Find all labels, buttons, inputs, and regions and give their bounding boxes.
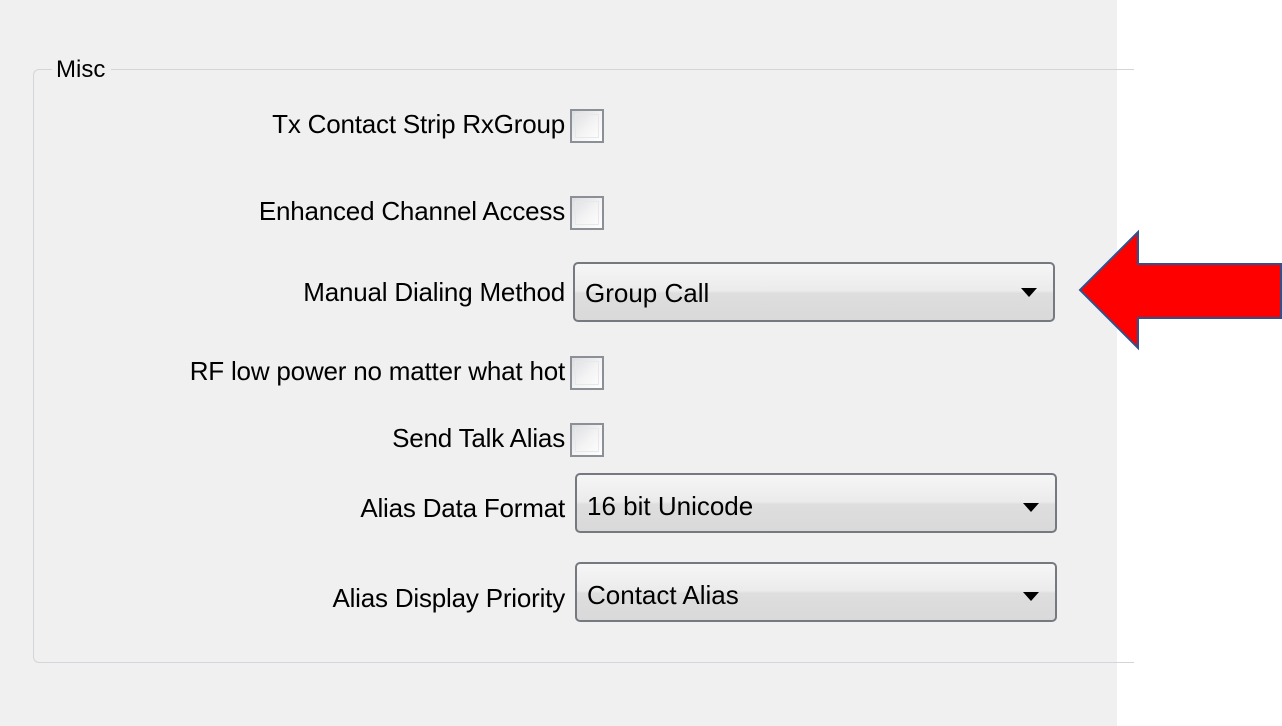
alias-data-format-value: 16 bit Unicode [587,491,754,521]
manual-dialing-method-value: Group Call [585,278,710,308]
manual-dialing-method-label: Manual Dialing Method [303,277,565,307]
send-talk-alias-checkbox[interactable] [570,423,604,457]
alias-display-priority-value: Contact Alias [587,580,739,610]
groupbox-title: Misc [52,56,112,84]
enhanced-channel-access-checkbox[interactable] [570,196,604,230]
left-arrow-icon [1078,229,1282,351]
send-talk-alias-label: Send Talk Alias [392,423,565,453]
alias-display-priority-select[interactable]: Contact Alias [575,562,1057,622]
rf-low-power-label: RF low power no matter what hot [189,356,565,386]
alias-data-format-label: Alias Data Format [360,493,565,523]
dropdown-arrow-icon [1021,288,1037,297]
dropdown-arrow-icon [1023,592,1039,601]
alias-display-priority-label: Alias Display Priority [332,583,565,613]
manual-dialing-method-select[interactable]: Group Call [573,262,1055,322]
tx-contact-strip-checkbox[interactable] [570,109,604,143]
alias-data-format-select[interactable]: 16 bit Unicode [575,473,1057,533]
rf-low-power-checkbox[interactable] [570,356,604,390]
tx-contact-strip-label: Tx Contact Strip RxGroup [272,109,565,139]
enhanced-channel-access-label: Enhanced Channel Access [258,196,565,226]
dropdown-arrow-icon [1023,503,1039,512]
